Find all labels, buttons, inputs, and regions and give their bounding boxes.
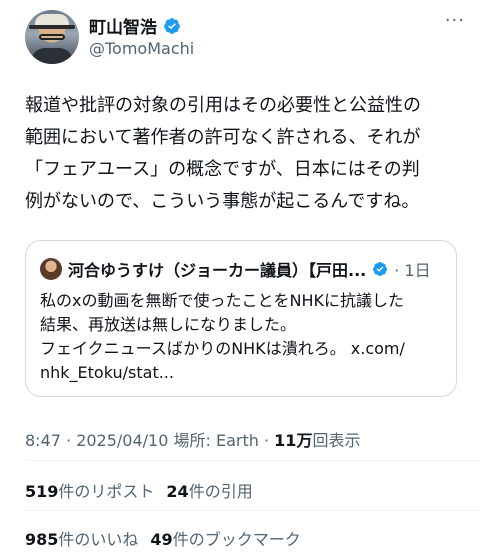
reposts-count: 519 xyxy=(25,482,59,501)
avatar-hat-brim xyxy=(29,25,75,29)
author-display-name[interactable]: 町山智浩 xyxy=(89,13,157,38)
tweet-body: 報道や批評の対象の引用はその必要性と公益性の 範囲において著作者の許可なく許され… xyxy=(25,90,465,218)
likes-link[interactable]: 985件のいいね xyxy=(25,526,138,550)
repost-quote-stats: 519件のリポスト 24件の引用 xyxy=(25,478,253,502)
quoted-text-line: フェイクニュースばかりのNHKは潰れろ。 x.com/ xyxy=(40,339,405,358)
tweet-text-line: 「フェアユース」の概念ですが、日本にはその判 xyxy=(25,159,420,180)
views-count: 11万 xyxy=(274,431,313,450)
bookmarks-label: 件のブックマーク xyxy=(172,530,301,549)
author-handle[interactable]: @TomoMachi xyxy=(89,39,194,58)
verified-badge-icon xyxy=(164,17,180,34)
quoted-text-line: nhk_Etoku/stat... xyxy=(40,363,174,382)
quoted-tweet-header: 河合ゆうすけ（ジョーカー議員）【戸田... · 1日 xyxy=(40,257,431,281)
more-options-icon[interactable]: ··· xyxy=(445,10,465,31)
reposts-link[interactable]: 519件のリポスト xyxy=(25,478,154,502)
tweet-text-line: 範囲において著作者の許可なく許される、それが xyxy=(25,127,421,148)
quoted-tweet-card[interactable]: 河合ゆうすけ（ジョーカー議員）【戸田... · 1日 私のxの動画を無断で使った… xyxy=(25,240,457,397)
quoted-tweet-body: 私のxの動画を無断で使ったことをNHKに抗議した 結果、再放送は無しになりました… xyxy=(40,289,450,385)
reposts-label: 件のリポスト xyxy=(58,482,155,501)
views-label: 回表示 xyxy=(312,431,361,450)
divider xyxy=(25,510,480,511)
author-name-row: 町山智浩 xyxy=(89,13,181,38)
bookmarks-link[interactable]: 49件のブックマーク xyxy=(150,526,300,550)
quotes-count: 24 xyxy=(166,482,189,501)
tweet-text-line: 例がないので、こういう事態が起こるんですね。 xyxy=(25,191,420,212)
quoted-author-avatar[interactable] xyxy=(40,258,62,280)
like-bookmark-stats: 985件のいいね 49件のブックマーク xyxy=(25,526,301,550)
divider xyxy=(25,460,480,461)
tweet-text-line: 報道や批評の対象の引用はその必要性と公益性の xyxy=(25,95,421,116)
avatar-glasses xyxy=(39,34,65,40)
quoted-tweet-time[interactable]: · 1日 xyxy=(394,257,430,281)
tweet-location: 場所: Earth xyxy=(173,431,259,450)
author-avatar[interactable] xyxy=(25,10,79,64)
quoted-author-name[interactable]: 河合ゆうすけ（ジョーカー議員）【戸田... xyxy=(68,257,366,281)
quoted-text-line: 結果、再放送は無しになりました。 xyxy=(40,315,297,334)
avatar-body xyxy=(31,48,73,64)
quotes-link[interactable]: 24件の引用 xyxy=(166,478,252,502)
likes-label: 件のいいね xyxy=(58,530,139,549)
tweet-timestamp[interactable]: 8:47 · 2025/04/10 xyxy=(25,431,168,450)
verified-badge-icon xyxy=(373,262,388,276)
tweet-header: 町山智浩 @TomoMachi ··· xyxy=(25,10,465,70)
bookmarks-count: 49 xyxy=(150,530,173,549)
meta-separator: · xyxy=(263,431,270,450)
quotes-label: 件の引用 xyxy=(188,482,253,501)
tweet-meta: 8:47 · 2025/04/10 場所: Earth · 11万回表示 xyxy=(25,427,360,451)
quoted-text-line: 私のxの動画を無断で使ったことをNHKに抗議した xyxy=(40,291,404,310)
likes-count: 985 xyxy=(25,530,59,549)
